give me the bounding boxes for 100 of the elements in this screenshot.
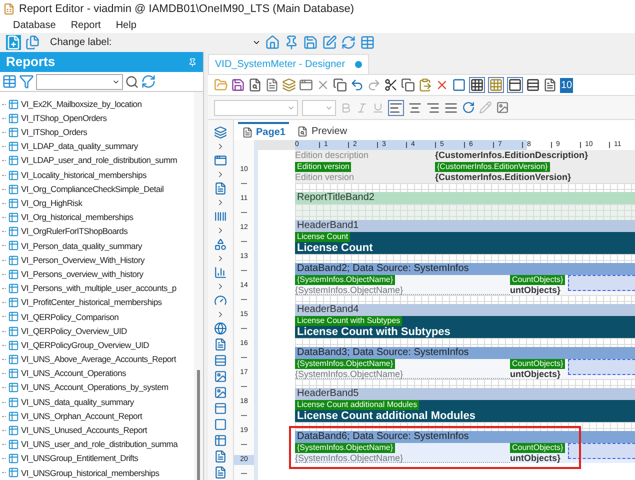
rotate-icon[interactable] <box>462 101 475 114</box>
chevron-right-icon[interactable] <box>216 170 225 179</box>
table-icon[interactable] <box>8 340 19 351</box>
grid-icon[interactable] <box>469 77 485 93</box>
band-header[interactable]: DataBand3; Data Source: SystemInfos <box>295 347 635 359</box>
page-icon[interactable] <box>265 78 279 92</box>
table-icon[interactable] <box>8 98 19 110</box>
tree-item[interactable]: VI_QERPolicyGroup_Overview_UID <box>21 338 149 352</box>
tree-item[interactable]: VI_UNS_Above_Average_Accounts_Report <box>21 353 176 366</box>
table-icon[interactable] <box>8 382 19 394</box>
table-icon[interactable] <box>8 112 19 124</box>
cut-icon[interactable] <box>384 78 398 92</box>
tree-item[interactable]: VI_ITShop_Orders <box>21 126 88 139</box>
pin-icon[interactable] <box>284 35 299 50</box>
tree-item[interactable]: VI_UNS_Account_Operations_by_system <box>21 381 168 394</box>
underline-icon[interactable] <box>372 102 384 114</box>
italic-icon[interactable] <box>356 102 368 114</box>
menu-item[interactable]: Database <box>13 18 56 33</box>
band-header[interactable]: HeaderBand4 <box>295 304 635 316</box>
table-icon[interactable] <box>8 453 19 464</box>
chevron-right-icon[interactable] <box>216 282 225 291</box>
rows-icon[interactable] <box>214 354 227 367</box>
tree-item[interactable]: VI_Persons_with_multiple_user_accounts_p <box>21 282 176 295</box>
chart-icon[interactable] <box>214 266 227 279</box>
table-icon[interactable] <box>8 141 19 152</box>
save-icon[interactable] <box>303 35 318 50</box>
undo-icon[interactable] <box>350 78 364 92</box>
table-icon[interactable] <box>8 240 19 252</box>
menu-item[interactable]: Help <box>116 18 136 33</box>
scrollbar[interactable] <box>194 92 203 480</box>
table-icon[interactable] <box>8 212 19 224</box>
table-icon[interactable] <box>8 297 19 308</box>
tree-item[interactable]: VI_ITShop_OpenOrders <box>21 112 107 125</box>
table-icon[interactable] <box>8 184 19 195</box>
bold-icon[interactable] <box>340 102 352 114</box>
preview-icon[interactable] <box>248 78 262 92</box>
tree-item[interactable]: VI_UNS_user_and_role_distribution_summa <box>21 438 178 451</box>
edit-icon[interactable] <box>322 35 337 50</box>
search-icon[interactable] <box>125 74 139 88</box>
align-left-icon[interactable] <box>388 100 404 116</box>
save-icon[interactable] <box>231 78 245 92</box>
tree-item[interactable]: VI_Org_historical_memberships <box>21 211 134 224</box>
page-tab[interactable]: Preview <box>293 122 352 140</box>
new-report-icon[interactable] <box>6 35 21 50</box>
pin-icon[interactable] <box>188 58 197 66</box>
tree-item[interactable]: VI_QERPolicy_Comparison <box>21 310 119 324</box>
data-icon[interactable] <box>282 78 296 92</box>
tree-item[interactable]: VI_UNSGroup_Entitlement_Drifts <box>21 452 138 466</box>
tree-item[interactable]: VI_Person_Overview_With_History <box>21 254 144 267</box>
table-icon[interactable] <box>8 354 19 365</box>
table-icon[interactable] <box>2 74 17 89</box>
tree-item[interactable]: VI_OrgRulerForITShopBoards <box>21 225 128 238</box>
table-icon[interactable] <box>8 439 19 450</box>
picture-icon[interactable] <box>214 370 227 383</box>
selected-field[interactable] <box>568 359 635 375</box>
window-icon[interactable] <box>507 77 523 93</box>
table-icon[interactable] <box>8 424 19 436</box>
text-icon[interactable] <box>214 182 227 195</box>
tree-item[interactable]: VI_UNS_Orphan_Account_Report <box>21 410 142 423</box>
tree-item[interactable]: VI_Persons_overview_with_history <box>21 268 144 281</box>
table-icon[interactable] <box>8 368 19 380</box>
table-icon[interactable] <box>8 254 19 266</box>
chevron-right-icon[interactable] <box>216 198 225 207</box>
refresh-icon[interactable] <box>341 35 356 50</box>
tree-item[interactable]: VI_Org_ComplianceCheckSimple_Detail <box>21 182 164 196</box>
tree-item[interactable]: VI_UNSGroup_historical_memberships <box>21 466 160 480</box>
table-icon[interactable] <box>8 467 19 478</box>
copy-icon[interactable] <box>333 78 347 92</box>
copy-icon[interactable] <box>401 78 415 92</box>
layers-icon[interactable] <box>214 126 227 139</box>
table-icon[interactable] <box>8 198 19 209</box>
page-icon[interactable] <box>242 126 253 138</box>
paste-icon[interactable] <box>418 78 432 92</box>
tree-item[interactable]: VI_QERPolicy_Overview_UID <box>21 324 127 338</box>
gauge-icon[interactable] <box>214 294 227 307</box>
selected-field[interactable] <box>568 275 635 291</box>
band-header[interactable]: DataBand2; Data Source: SystemInfos <box>295 263 635 275</box>
table-icon[interactable] <box>8 170 19 181</box>
barcode-icon[interactable] <box>214 210 227 223</box>
shapes-icon[interactable] <box>214 238 227 251</box>
zoom-field[interactable]: 10 <box>560 78 574 92</box>
table-icon[interactable] <box>8 126 19 138</box>
image-icon[interactable] <box>496 101 509 114</box>
chevron-right-icon[interactable] <box>216 226 225 235</box>
band-header[interactable]: DataBand6; Data Source: SystemInfos <box>295 431 635 443</box>
tree-item[interactable]: VI_ProfitCenter_historical_memberships <box>21 296 162 310</box>
band-header[interactable]: HeaderBand1 <box>295 220 635 232</box>
table-icon[interactable] <box>8 226 19 238</box>
band-header[interactable]: ReportTitleBand2 <box>295 192 635 204</box>
table-icon[interactable] <box>8 283 19 294</box>
pen-icon[interactable] <box>479 101 492 114</box>
filter-icon[interactable] <box>19 74 34 89</box>
align-justify-icon[interactable] <box>444 100 458 114</box>
refresh-icon[interactable] <box>141 74 156 89</box>
tree-item[interactable]: VI_UNS_Unused_Accounts_Report <box>21 424 147 437</box>
table-icon[interactable] <box>8 326 19 337</box>
tree-item[interactable]: VI_Locality_historical_memberships <box>21 168 146 182</box>
table-icon[interactable] <box>360 35 375 50</box>
table-icon[interactable] <box>8 396 19 408</box>
bands-icon[interactable] <box>526 78 540 92</box>
